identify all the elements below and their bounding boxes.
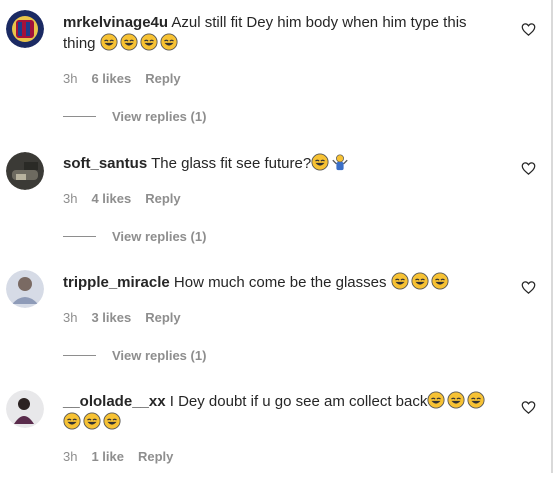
likes-count[interactable]: 3 likes <box>91 310 131 325</box>
avatar[interactable] <box>6 270 44 308</box>
grin-sweat-icon <box>311 153 329 171</box>
grin-sweat-icon <box>63 412 81 430</box>
grin-sweat-icon <box>103 412 121 430</box>
comment-text: tripple_miracle How much come be the gla… <box>63 272 503 293</box>
view-replies-label: View replies (1) <box>112 109 207 124</box>
grin-sweat-icon <box>100 33 118 51</box>
emoji-group <box>311 153 351 172</box>
comment-time: 3h <box>63 310 78 325</box>
likes-count[interactable]: 6 likes <box>91 71 131 86</box>
grin-sweat-icon <box>391 272 409 290</box>
emoji-group <box>100 33 180 52</box>
heart-icon[interactable] <box>521 22 536 37</box>
grin-sweat-icon <box>467 391 485 409</box>
comment-text: soft_santus The glass fit see future? <box>63 153 503 174</box>
comment-username[interactable]: mrkelvinage4u <box>63 14 168 31</box>
comment-meta: 3h 4 likes Reply <box>63 191 181 206</box>
reply-button[interactable]: Reply <box>145 71 180 86</box>
emoji-group <box>391 272 451 291</box>
comment-message: I Dey doubt if u go see am collect back <box>169 393 428 410</box>
comment-username[interactable]: soft_santus <box>63 155 147 172</box>
divider-line <box>63 116 96 117</box>
grin-sweat-icon <box>427 391 445 409</box>
view-replies-button[interactable]: View replies (1) <box>63 109 206 124</box>
view-replies-label: View replies (1) <box>112 348 207 363</box>
heart-icon[interactable] <box>521 161 536 176</box>
heart-icon[interactable] <box>521 280 536 295</box>
view-replies-button[interactable]: View replies (1) <box>63 348 206 363</box>
comment-username[interactable]: tripple_miracle <box>63 274 170 291</box>
view-replies-button[interactable]: View replies (1) <box>63 229 206 244</box>
person-shrugging-icon <box>332 154 348 171</box>
grin-sweat-icon <box>160 33 178 51</box>
comment-item: mrkelvinage4u Azul still fit Dey him bod… <box>0 0 553 124</box>
grin-sweat-icon <box>120 33 138 51</box>
reply-button[interactable]: Reply <box>145 191 180 206</box>
comment-text: mrkelvinage4u Azul still fit Dey him bod… <box>63 12 503 54</box>
likes-count[interactable]: 1 like <box>91 449 124 464</box>
reply-button[interactable]: Reply <box>145 310 180 325</box>
comment-meta: 3h 1 like Reply <box>63 449 173 464</box>
heart-icon[interactable] <box>521 400 536 415</box>
comment-meta: 3h 6 likes Reply <box>63 71 181 86</box>
grin-sweat-icon <box>83 412 101 430</box>
comment-message: How much come be the glasses <box>173 274 387 291</box>
reply-button[interactable]: Reply <box>138 449 173 464</box>
view-replies-label: View replies (1) <box>112 229 207 244</box>
comment-time: 3h <box>63 191 78 206</box>
grin-sweat-icon <box>140 33 158 51</box>
divider-line <box>63 236 96 237</box>
divider-line <box>63 355 96 356</box>
avatar[interactable] <box>6 390 44 428</box>
grin-sweat-icon <box>431 272 449 290</box>
grin-sweat-icon <box>411 272 429 290</box>
comment-username[interactable]: __ololade__xx <box>63 393 166 410</box>
comment-text: __ololade__xx I Dey doubt if u go see am… <box>63 391 503 433</box>
comment-item: tripple_miracle How much come be the gla… <box>0 260 553 380</box>
avatar[interactable] <box>6 152 44 190</box>
comment-time: 3h <box>63 449 78 464</box>
comment-message: The glass fit see future? <box>151 155 312 172</box>
grin-sweat-icon <box>447 391 465 409</box>
comment-item: __ololade__xx I Dey doubt if u go see am… <box>0 380 553 500</box>
avatar[interactable] <box>6 10 44 48</box>
comment-time: 3h <box>63 71 78 86</box>
comment-meta: 3h 3 likes Reply <box>63 310 181 325</box>
comment-item: soft_santus The glass fit see future? 3h… <box>0 140 553 260</box>
likes-count[interactable]: 4 likes <box>91 191 131 206</box>
